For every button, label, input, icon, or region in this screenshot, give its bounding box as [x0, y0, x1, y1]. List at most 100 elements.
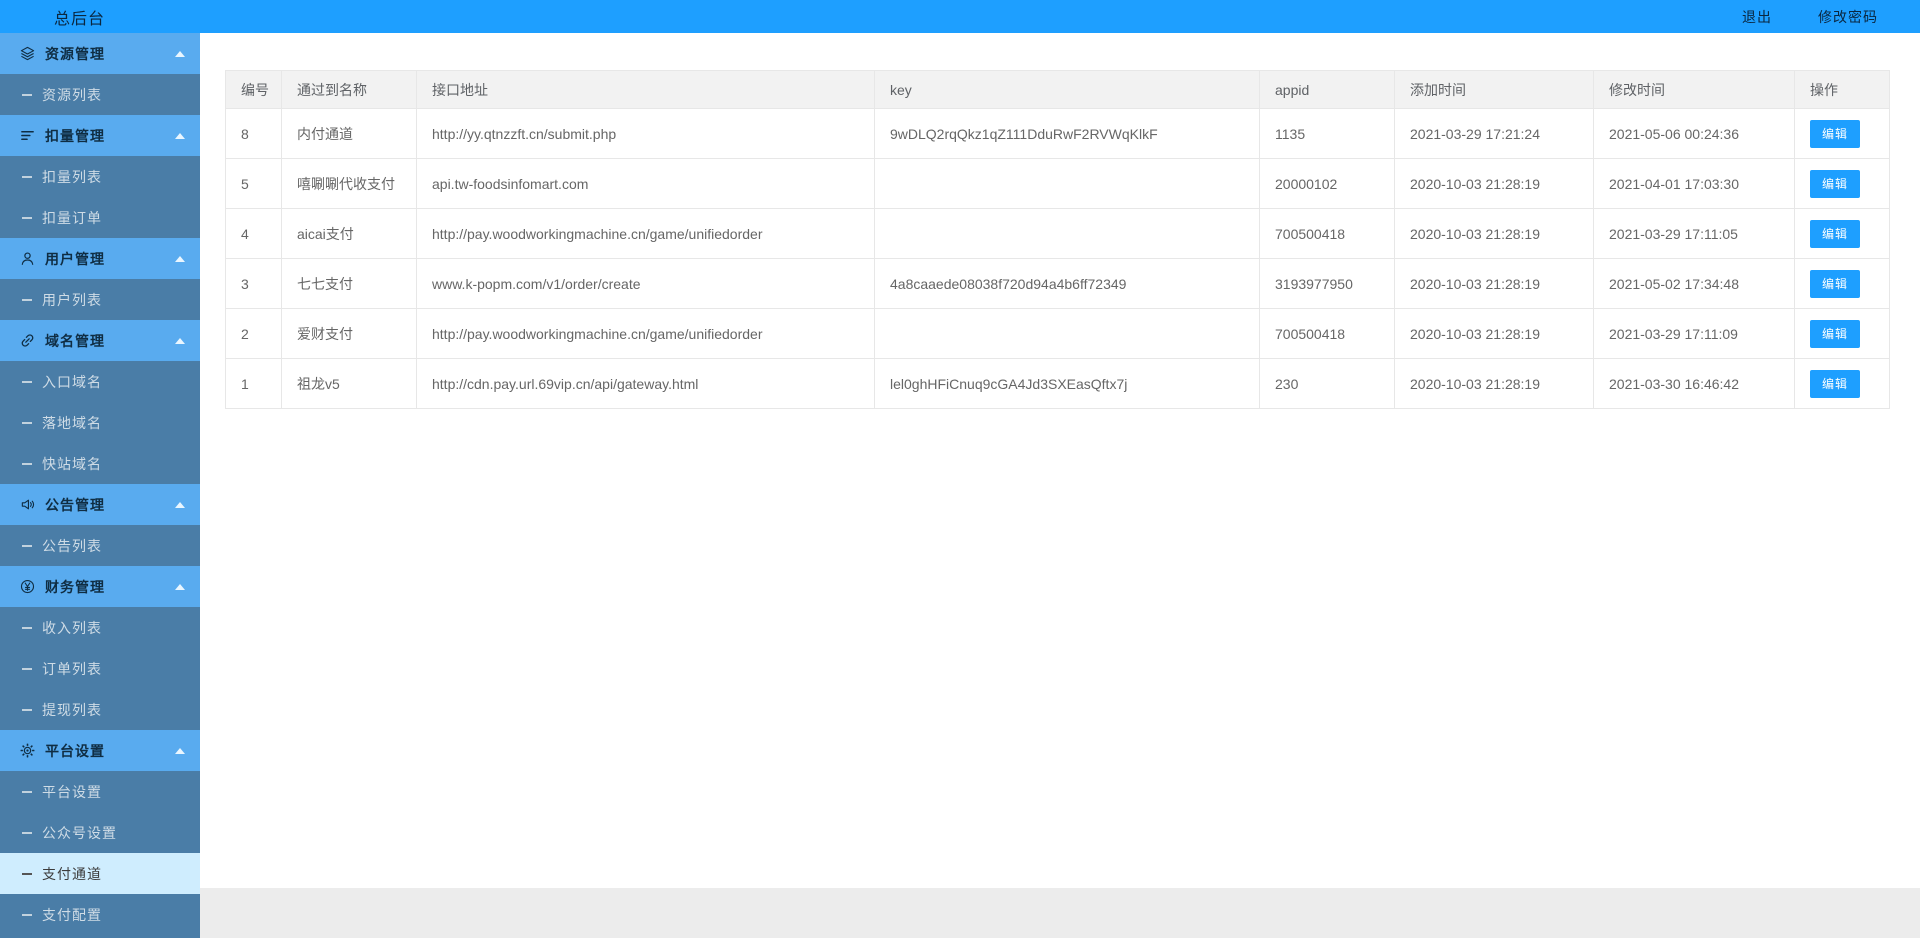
- column-header-appid: appid: [1260, 71, 1395, 109]
- change-password-link[interactable]: 修改密码: [1818, 7, 1878, 27]
- edit-button[interactable]: 编辑: [1810, 270, 1860, 298]
- cell-id: 8: [226, 109, 282, 159]
- dash-icon: [22, 94, 32, 96]
- sidebar-item-label: 支付通道: [42, 864, 102, 884]
- sidebar-group-1[interactable]: 扣量管理: [0, 115, 200, 156]
- layers-icon: [20, 46, 35, 61]
- link-icon: [20, 333, 35, 348]
- table-row: 1祖龙v5http://cdn.pay.url.69vip.cn/api/gat…: [226, 359, 1890, 409]
- sidebar-item-3-1[interactable]: 落地域名: [0, 402, 200, 443]
- cell-created: 2020-10-03 21:28:19: [1395, 309, 1594, 359]
- cell-appid: 700500418: [1260, 309, 1395, 359]
- cell-updated: 2021-05-06 00:24:36: [1594, 109, 1795, 159]
- cell-name: 七七支付: [282, 259, 417, 309]
- sidebar-item-6-1[interactable]: 公众号设置: [0, 812, 200, 853]
- collapse-arrow-icon: [175, 133, 185, 139]
- admin-app: 总后台 退出 修改密码 资源管理 资源列表 扣量管理 扣量列表: [0, 0, 1920, 938]
- top-bar: 总后台 退出 修改密码: [0, 0, 1920, 33]
- gear-icon: [20, 743, 35, 758]
- sidebar-group-label: 财务管理: [45, 577, 105, 597]
- cell-id: 4: [226, 209, 282, 259]
- sidebar-group-3[interactable]: 域名管理: [0, 320, 200, 361]
- column-header-key: key: [875, 71, 1260, 109]
- footer-strip: [200, 888, 1920, 938]
- collapse-arrow-icon: [175, 748, 185, 754]
- sidebar-group-6[interactable]: 平台设置: [0, 730, 200, 771]
- cell-key: [875, 159, 1260, 209]
- cell-actions: 编辑: [1795, 359, 1890, 409]
- sidebar-item-6-2[interactable]: 支付通道: [0, 853, 200, 894]
- cell-url: http://cdn.pay.url.69vip.cn/api/gateway.…: [417, 359, 875, 409]
- cell-created: 2020-10-03 21:28:19: [1395, 259, 1594, 309]
- dash-icon: [22, 627, 32, 629]
- sidebar-item-0-0[interactable]: 资源列表: [0, 74, 200, 115]
- edit-button[interactable]: 编辑: [1810, 120, 1860, 148]
- sidebar-item-4-0[interactable]: 公告列表: [0, 525, 200, 566]
- sidebar-item-label: 资源列表: [42, 85, 102, 105]
- sidebar-group-label: 域名管理: [45, 331, 105, 351]
- cell-appid: 3193977950: [1260, 259, 1395, 309]
- cell-name: 内付通道: [282, 109, 417, 159]
- cell-updated: 2021-03-29 17:11:05: [1594, 209, 1795, 259]
- column-header-actions: 操作: [1795, 71, 1890, 109]
- cell-name: aicai支付: [282, 209, 417, 259]
- cell-key: lel0ghHFiCnuq9cGA4Jd3SXEasQftx7j: [875, 359, 1260, 409]
- collapse-arrow-icon: [175, 502, 185, 508]
- cell-id: 2: [226, 309, 282, 359]
- cell-actions: 编辑: [1795, 209, 1890, 259]
- sidebar-item-5-2[interactable]: 提现列表: [0, 689, 200, 730]
- cell-appid: 230: [1260, 359, 1395, 409]
- dash-icon: [22, 668, 32, 670]
- edit-button[interactable]: 编辑: [1810, 220, 1860, 248]
- sidebar-group-5[interactable]: 财务管理: [0, 566, 200, 607]
- column-header-name: 通过到名称: [282, 71, 417, 109]
- edit-button[interactable]: 编辑: [1810, 320, 1860, 348]
- sidebar-item-5-0[interactable]: 收入列表: [0, 607, 200, 648]
- sidebar-item-1-0[interactable]: 扣量列表: [0, 156, 200, 197]
- column-header-created: 添加时间: [1395, 71, 1594, 109]
- sidebar-item-3-0[interactable]: 入口域名: [0, 361, 200, 402]
- sidebar-item-label: 扣量列表: [42, 167, 102, 187]
- sidebar-item-5-1[interactable]: 订单列表: [0, 648, 200, 689]
- cell-appid: 1135: [1260, 109, 1395, 159]
- sidebar-item-label: 平台设置: [42, 782, 102, 802]
- edit-button[interactable]: 编辑: [1810, 370, 1860, 398]
- main-content: 编号通过到名称接口地址keyappid添加时间修改时间操作 8内付通道http:…: [200, 33, 1920, 888]
- sidebar-group-4[interactable]: 公告管理: [0, 484, 200, 525]
- cell-id: 3: [226, 259, 282, 309]
- cell-name: 祖龙v5: [282, 359, 417, 409]
- cell-url: http://pay.woodworkingmachine.cn/game/un…: [417, 309, 875, 359]
- sidebar-item-label: 快站域名: [42, 454, 102, 474]
- dash-icon: [22, 463, 32, 465]
- dash-icon: [22, 381, 32, 383]
- dash-icon: [22, 299, 32, 301]
- cell-url: http://yy.qtnzzft.cn/submit.php: [417, 109, 875, 159]
- sidebar-group-0[interactable]: 资源管理: [0, 33, 200, 74]
- dash-icon: [22, 422, 32, 424]
- sidebar-group-label: 公告管理: [45, 495, 105, 515]
- sidebar-group-label: 用户管理: [45, 249, 105, 269]
- table-body: 8内付通道http://yy.qtnzzft.cn/submit.php9wDL…: [226, 109, 1890, 409]
- cell-key: [875, 309, 1260, 359]
- cell-key: [875, 209, 1260, 259]
- sidebar-item-6-0[interactable]: 平台设置: [0, 771, 200, 812]
- sidebar-group-label: 资源管理: [45, 44, 105, 64]
- logout-link[interactable]: 退出: [1742, 7, 1772, 27]
- cell-name: 爱财支付: [282, 309, 417, 359]
- sidebar-item-1-1[interactable]: 扣量订单: [0, 197, 200, 238]
- cell-actions: 编辑: [1795, 259, 1890, 309]
- cell-key: 9wDLQ2rqQkz1qZ111DduRwF2RVWqKlkF: [875, 109, 1260, 159]
- user-icon: [20, 251, 35, 266]
- cell-created: 2020-10-03 21:28:19: [1395, 159, 1594, 209]
- dash-icon: [22, 873, 32, 875]
- yen-circle-icon: [20, 579, 35, 594]
- sidebar-item-2-0[interactable]: 用户列表: [0, 279, 200, 320]
- cell-updated: 2021-03-29 17:11:09: [1594, 309, 1795, 359]
- sidebar-item-3-2[interactable]: 快站域名: [0, 443, 200, 484]
- sidebar-item-label: 提现列表: [42, 700, 102, 720]
- sidebar-item-6-3[interactable]: 支付配置: [0, 894, 200, 935]
- sidebar-group-2[interactable]: 用户管理: [0, 238, 200, 279]
- edit-button[interactable]: 编辑: [1810, 170, 1860, 198]
- collapse-arrow-icon: [175, 338, 185, 344]
- sidebar-item-label: 公告列表: [42, 536, 102, 556]
